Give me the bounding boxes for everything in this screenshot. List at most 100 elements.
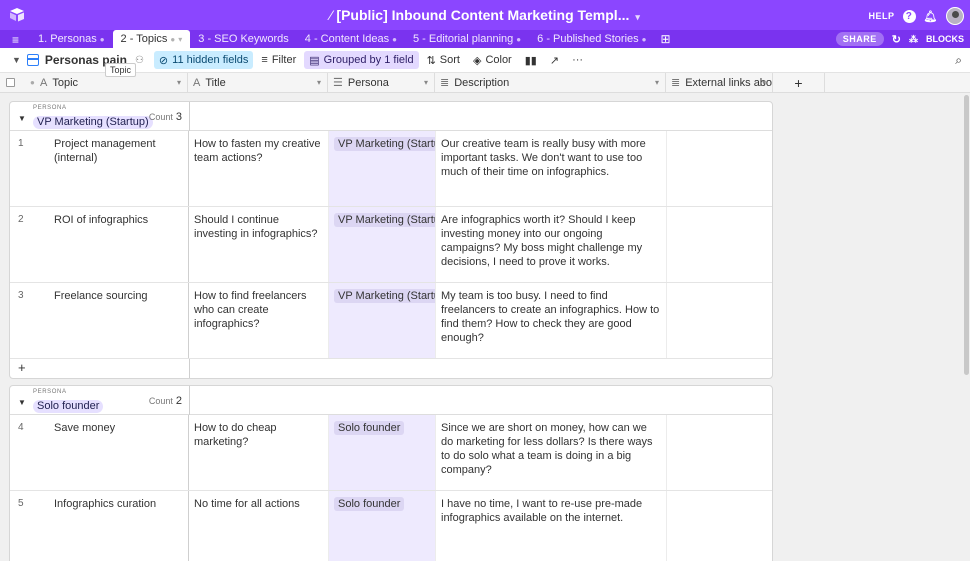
chevron-down-icon[interactable]: ▼ [12, 55, 21, 65]
blocks-button[interactable]: BLOCKS [926, 34, 964, 44]
persona-chip[interactable]: Solo founder [334, 421, 405, 435]
persona-cell[interactable]: Solo founder [329, 415, 436, 490]
eye-slash-icon: ⊘ [158, 54, 169, 67]
persona-chip[interactable]: Solo founder [334, 497, 405, 511]
chevron-down-icon[interactable]: ▾ [178, 35, 182, 44]
text-field-icon: A [193, 77, 201, 89]
group-button[interactable]: ▤ Grouped by 1 field [304, 51, 419, 69]
sort-button[interactable]: ⇅ Sort [422, 51, 465, 69]
row-height-button[interactable]: ▮▮ [520, 51, 542, 69]
more-button[interactable]: ··· [567, 51, 588, 69]
help-icon[interactable]: ? [902, 9, 916, 23]
description-column-header[interactable]: ≣ Description ▾ [435, 73, 666, 93]
links-cell[interactable] [667, 283, 772, 358]
description-cell[interactable]: I have no time, I want to re-use pre-mad… [436, 491, 667, 561]
share-view-button[interactable]: ↗ [545, 51, 564, 69]
table-row[interactable]: 3 Freelance sourcing How to find freelance… [10, 283, 772, 359]
title-cell[interactable]: No time for all actions [189, 491, 329, 561]
base-title-text: [Public] Inbound Content Marketing Templ… [336, 7, 630, 23]
share-view-icon: ↗ [549, 54, 560, 67]
table-row[interactable]: 2 ROI of infographics Should I continue in… [10, 207, 772, 283]
persona-chip[interactable]: VP Marketing (Startup) [334, 137, 435, 151]
title-cell[interactable]: How to fasten my creative team actions? [189, 131, 329, 206]
description-cell[interactable]: My team is too busy. I need to find free… [436, 283, 667, 358]
persona-chip[interactable]: VP Marketing (Startup) [334, 213, 435, 227]
description-cell[interactable]: Our creative team is really busy with mo… [436, 131, 667, 206]
chevron-down-icon[interactable]: ▾ [655, 73, 659, 93]
persona-column-header[interactable]: ☰ Persona ▾ [328, 73, 435, 93]
row-number: 3 [18, 290, 24, 301]
tab-1[interactable]: 1. Personas ● [30, 30, 113, 48]
chevron-down-icon[interactable]: ▾ [762, 73, 766, 93]
primary-column-header[interactable]: ● A Topic ▾ [0, 73, 188, 93]
grid-view-icon [26, 54, 39, 66]
persona-chip[interactable]: VP Marketing (Startup) [334, 289, 435, 303]
links-cell[interactable] [667, 131, 772, 206]
table-tabs-bar: ≡ 1. Personas ● 2 - Topics ● ▾ 3 - SEO Keywor… [0, 30, 970, 48]
hidden-fields-button[interactable]: ⊘ 11 hidden fields [153, 51, 254, 69]
description-cell[interactable]: Since we are short on money, how can we … [436, 415, 667, 490]
persona-cell[interactable]: VP Marketing (Startup) [329, 283, 436, 358]
links-cell[interactable] [667, 491, 772, 561]
table-row[interactable]: 5 Infographics curation No time for all ac… [10, 491, 772, 561]
topic-cell[interactable]: ROI of infographics [54, 207, 189, 282]
blocks-icon[interactable]: ⁂ [909, 34, 918, 45]
topic-cell[interactable]: Freelance sourcing [54, 283, 189, 358]
table-row[interactable]: 4 Save money How to do cheap marketing? Sol… [10, 415, 772, 491]
select-all-checkbox[interactable] [6, 78, 15, 87]
filter-button[interactable]: ≡ Filter [256, 51, 301, 69]
tab-4[interactable]: 4 - Content Ideas ● [297, 30, 405, 48]
collapse-caret-icon[interactable]: ▼ [18, 114, 26, 123]
record-group: ▼ PERSONA Solo founder Count 2 4 Save money How… [9, 385, 773, 561]
tab-2[interactable]: 2 - Topics ● ▾ [112, 30, 191, 48]
count-value: 2 [175, 395, 182, 407]
filter-label: Filter [271, 54, 297, 66]
vertical-scrollbar[interactable] [964, 95, 969, 375]
tab-3[interactable]: 3 - SEO Keywords [190, 30, 296, 48]
tab-6[interactable]: 6 - Published Stories ● [529, 30, 654, 48]
base-title[interactable]: ⁄ [Public] Inbound Content Marketing Temp… [0, 7, 970, 23]
help-label[interactable]: HELP [869, 11, 895, 21]
record-group: ▼ PERSONA VP Marketing (Startup) Count 3 1 Pro… [9, 101, 773, 379]
add-table-icon[interactable]: ⊞ [654, 30, 676, 48]
tab-5[interactable]: 5 - Editorial planning ● [405, 30, 529, 48]
chevron-down-icon[interactable]: ▾ [177, 73, 181, 93]
persona-cell[interactable]: VP Marketing (Startup) [329, 207, 436, 282]
title-header-label: Title [205, 77, 226, 89]
description-cell[interactable]: Are infographics worth it? Should I keep… [436, 207, 667, 282]
color-button[interactable]: ◈ Color [468, 51, 517, 69]
topic-cell[interactable]: Save money [54, 415, 189, 490]
links-column-header[interactable]: ≣ External links abo... ▾ [666, 73, 773, 93]
add-record-row[interactable]: + [10, 359, 772, 378]
count-label: Count [148, 112, 173, 122]
tab-bar-actions: SHARE ↻ ⁂ BLOCKS [835, 32, 964, 46]
share-button[interactable]: SHARE [835, 32, 884, 46]
info-icon: ● [170, 35, 176, 44]
links-cell[interactable] [667, 207, 772, 282]
add-record-icon[interactable]: + [18, 360, 26, 375]
group-header[interactable]: ▼ PERSONA Solo founder Count 2 [10, 386, 772, 415]
topic-cell[interactable]: Infographics curation [54, 491, 189, 561]
links-cell[interactable] [667, 415, 772, 490]
group-header[interactable]: ▼ PERSONA VP Marketing (Startup) Count 3 [10, 102, 772, 131]
table-row[interactable]: 1 Project management (internal) How to fas… [10, 131, 772, 207]
title-column-header[interactable]: A Title ▾ [188, 73, 328, 93]
bell-icon[interactable]: 🔔︎ [924, 10, 938, 23]
title-cell[interactable]: How to do cheap marketing? [189, 415, 329, 490]
add-field-button[interactable]: + [773, 73, 825, 93]
collaborators-icon[interactable]: ⚇ [135, 55, 144, 66]
chevron-down-icon[interactable]: ▾ [424, 73, 428, 93]
topic-cell[interactable]: Project management (internal) [54, 131, 189, 206]
avatar[interactable] [946, 7, 964, 25]
chevron-down-icon[interactable]: ▾ [317, 73, 321, 93]
collapse-caret-icon[interactable]: ▼ [18, 398, 26, 407]
history-icon[interactable]: ↻ [892, 33, 901, 46]
grid-area: ▼ PERSONA VP Marketing (Startup) Count 3 1 Pro… [0, 93, 970, 561]
persona-cell[interactable]: VP Marketing (Startup) [329, 131, 436, 206]
hamburger-menu-icon[interactable]: ≡ [12, 33, 19, 47]
title-cell[interactable]: How to find freelancers who can create i… [189, 283, 329, 358]
search-icon[interactable]: ⌕ [955, 53, 962, 68]
info-icon: ● [99, 35, 105, 44]
title-cell[interactable]: Should I continue investing in infograph… [189, 207, 329, 282]
persona-cell[interactable]: Solo founder [329, 491, 436, 561]
